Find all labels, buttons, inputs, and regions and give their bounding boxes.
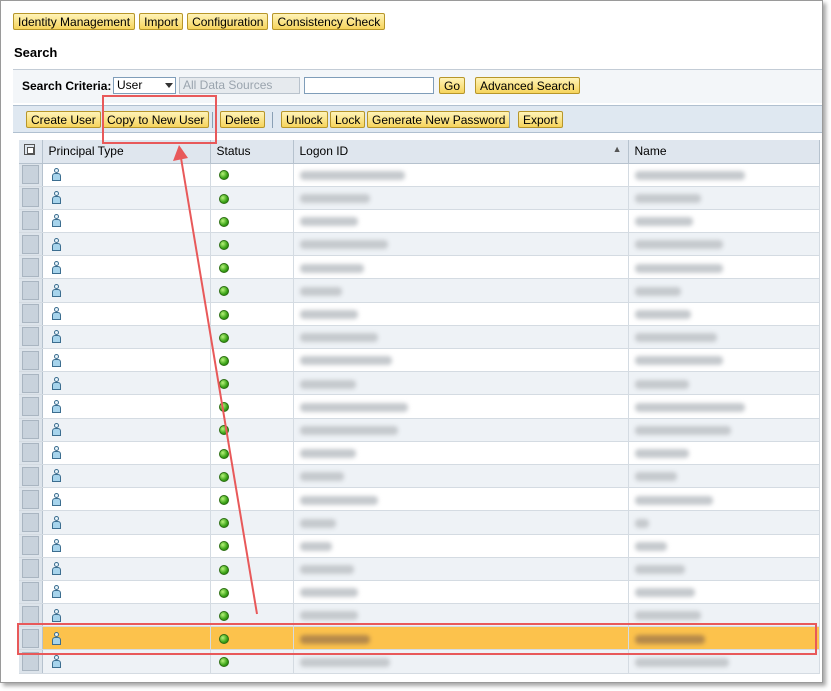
sap-user-management-window: Identity Management Import Configuration… — [0, 0, 823, 683]
annotation-arrow-head — [173, 145, 188, 161]
annotation-arrow-line — [180, 157, 258, 615]
annotation-arrow — [173, 145, 258, 615]
